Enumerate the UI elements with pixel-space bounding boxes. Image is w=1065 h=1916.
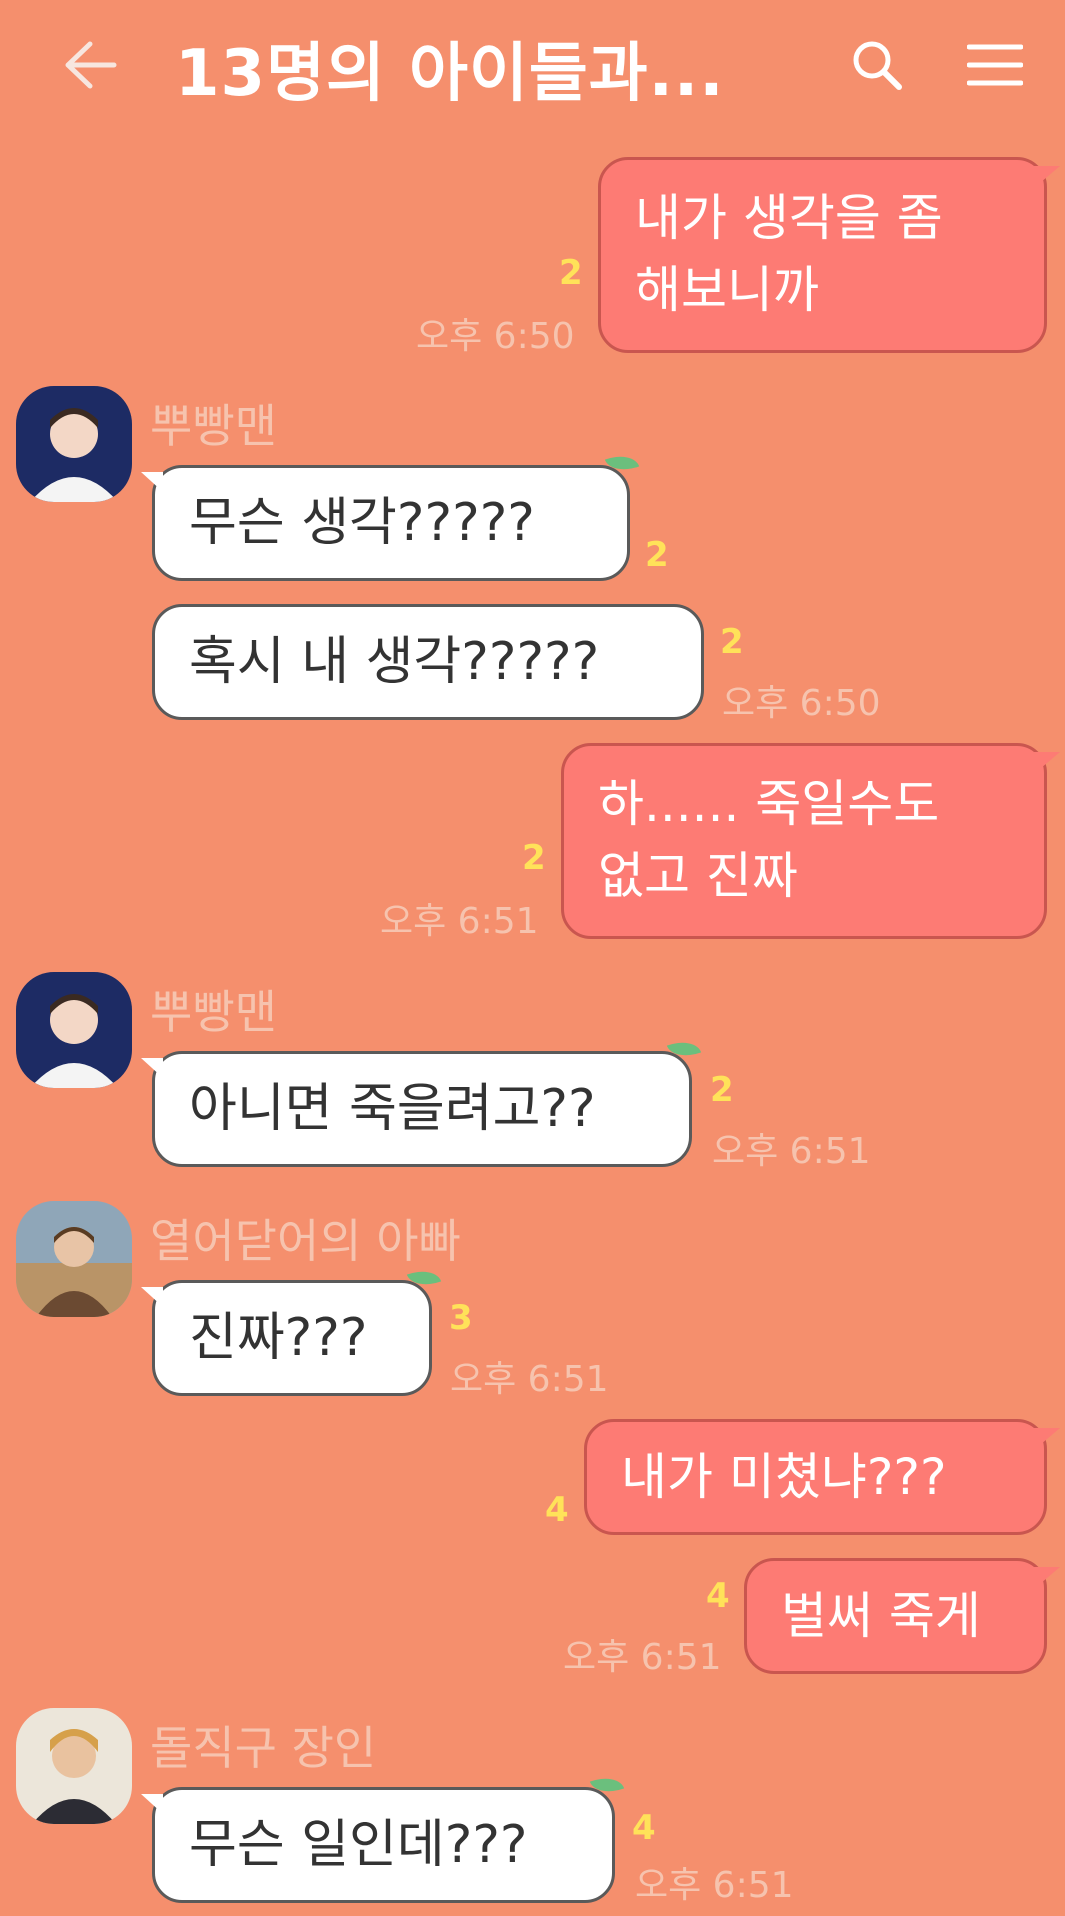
avatar-image [16, 1708, 132, 1824]
avatar[interactable] [16, 972, 132, 1088]
message-text: 아니면 죽을려고?? [189, 1079, 596, 1139]
back-button[interactable] [55, 30, 125, 100]
message-time: 오후 6:50 [416, 316, 575, 357]
incoming-message[interactable]: 혹시 내 생각????? [152, 604, 704, 720]
hamburger-menu-icon [967, 44, 1023, 86]
message-time: 오후 6:51 [712, 1131, 871, 1172]
message-text: 무슨 일인데??? [189, 1815, 528, 1875]
sender-name: 뿌빵맨 [150, 399, 277, 453]
message-text-line: 내가 생각을 좀 [635, 189, 943, 247]
sender-name: 뿌빵맨 [150, 985, 277, 1039]
message-text-line: 해보니까 [635, 261, 819, 319]
search-button[interactable] [842, 30, 912, 100]
message-time: 오후 6:51 [380, 901, 539, 942]
sender-name: 돌직구 장인 [150, 1721, 377, 1775]
avatar-image [16, 1201, 132, 1317]
unread-count: 2 [559, 253, 583, 293]
sender-name: 열어닫어의 아빠 [150, 1214, 461, 1268]
avatar-image [16, 972, 132, 1088]
leaf-icon [604, 449, 640, 477]
message-time: 오후 6:51 [563, 1637, 722, 1678]
message-text-line: 하...... 죽일수도 [598, 775, 940, 833]
message-text: 내가 미쳤냐??? [621, 1448, 947, 1506]
unread-count: 4 [545, 1490, 569, 1530]
message-text: 진짜??? [189, 1308, 368, 1368]
avatar[interactable] [16, 1708, 132, 1824]
avatar-image [16, 386, 132, 502]
incoming-message[interactable]: 무슨 일인데??? [141, 1771, 625, 1903]
leaf-icon [666, 1035, 702, 1063]
message-time: 오후 6:51 [450, 1359, 609, 1400]
unread-count: 2 [645, 535, 669, 575]
unread-count: 4 [706, 1576, 730, 1616]
search-icon [853, 41, 902, 90]
incoming-message[interactable]: 진짜??? [141, 1264, 442, 1396]
message-text: 혹시 내 생각????? [189, 632, 600, 692]
message-text: 무슨 생각????? [189, 493, 535, 553]
top-bar: 13명의 아이들과... [0, 0, 1065, 130]
outgoing-message[interactable]: 내가 미쳤냐??? [584, 1419, 1060, 1535]
avatar[interactable] [16, 386, 132, 502]
message-time: 오후 6:50 [722, 683, 881, 724]
unread-count: 3 [449, 1298, 473, 1338]
message-time: 오후 6:51 [635, 1865, 794, 1906]
incoming-message[interactable]: 아니면 죽을려고?? [141, 1035, 702, 1167]
message-text: 벌써 죽게 [781, 1587, 981, 1645]
leaf-icon [589, 1771, 625, 1799]
avatar[interactable] [16, 1201, 132, 1317]
chat-title: 13명의 아이들과... [175, 37, 725, 111]
incoming-message[interactable]: 무슨 생각????? [141, 449, 640, 581]
outgoing-message[interactable]: 하...... 죽일수도 없고 진짜 [561, 743, 1060, 939]
unread-count: 4 [632, 1808, 656, 1848]
message-text-line: 없고 진짜 [598, 847, 798, 905]
outgoing-message[interactable]: 내가 생각을 좀 해보니까 [598, 157, 1060, 353]
menu-button[interactable] [960, 30, 1030, 100]
unread-count: 2 [720, 622, 744, 662]
arrow-left-icon [65, 41, 117, 89]
unread-count: 2 [710, 1070, 734, 1110]
unread-count: 2 [522, 838, 546, 878]
outgoing-message[interactable]: 벌써 죽게 [744, 1558, 1060, 1674]
